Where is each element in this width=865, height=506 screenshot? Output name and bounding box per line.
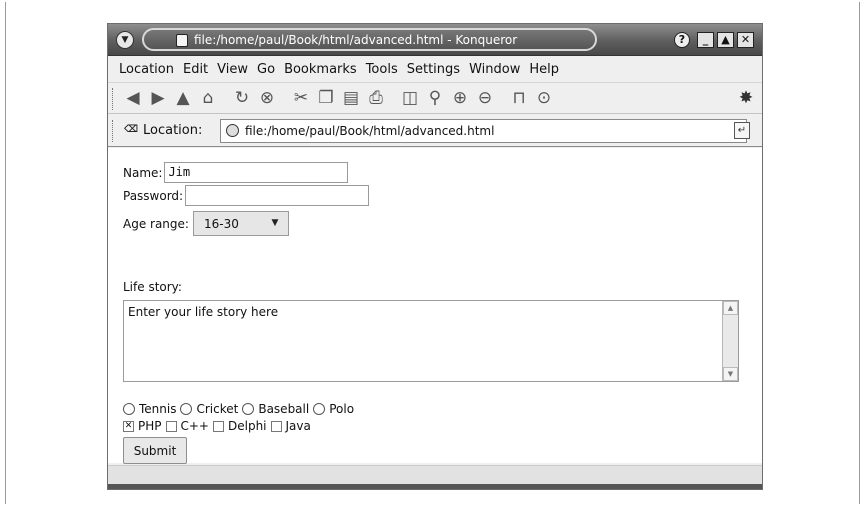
- up-icon[interactable]: ▲: [172, 87, 194, 109]
- name-label: Name:: [123, 165, 163, 180]
- menu-location[interactable]: Location: [119, 62, 178, 77]
- textarea-scrollbar[interactable]: ▲ ▼: [722, 301, 738, 381]
- radio-polo[interactable]: [313, 403, 326, 415]
- radio-label: Cricket: [196, 402, 239, 416]
- zoom-in-icon[interactable]: ⊕: [449, 87, 471, 109]
- radio-cricket[interactable]: [180, 403, 193, 415]
- life-story-text: Enter your life story here: [128, 305, 279, 319]
- story-label: Life story:: [123, 280, 182, 294]
- age-select[interactable]: 16-30 ▼: [192, 211, 289, 236]
- status-bar: [108, 465, 762, 485]
- sport-radio-group: Tennis Cricket Baseball Polo: [123, 402, 354, 416]
- radio-label: Polo: [329, 402, 355, 416]
- zoom-icon[interactable]: ⚲: [424, 87, 446, 109]
- story-label-row: Life story:: [123, 280, 182, 294]
- checkbox-label: Delphi: [228, 419, 267, 433]
- title-pill: file:/home/paul/Book/html/advanced.html …: [142, 28, 597, 51]
- checkbox-cpp[interactable]: [165, 420, 177, 432]
- scroll-up-icon[interactable]: ▲: [723, 301, 738, 315]
- window-menu-icon[interactable]: ▼: [116, 31, 134, 49]
- location-bar: ⌫ Location: file:/home/paul/Book/html/ad…: [108, 115, 762, 147]
- window-bottom-border: [108, 484, 762, 489]
- go-icon[interactable]: ↵: [734, 122, 750, 139]
- stop-icon[interactable]: ⊗: [256, 87, 278, 109]
- minimize-button[interactable]: _: [697, 32, 714, 48]
- checkbox-label: C++: [180, 419, 210, 433]
- menu-bookmarks[interactable]: Bookmarks: [284, 62, 361, 77]
- maximize-button[interactable]: ▲: [717, 32, 734, 48]
- password-label: Password:: [123, 188, 184, 203]
- throbber-icon: ✸: [738, 87, 754, 108]
- password-input[interactable]: [185, 185, 370, 206]
- checkbox-java[interactable]: [270, 420, 282, 432]
- page-favicon-icon: [226, 124, 239, 137]
- radio-label: Baseball: [258, 402, 310, 416]
- location-grip[interactable]: [112, 120, 115, 142]
- close-button[interactable]: ✕: [737, 32, 754, 48]
- life-story-textarea[interactable]: Enter your life story here ▲ ▼: [123, 300, 739, 382]
- age-label: Age range:: [123, 216, 189, 231]
- checkbox-php[interactable]: ✕: [123, 420, 134, 432]
- print-icon[interactable]: ⎙: [365, 87, 387, 109]
- radio-baseball[interactable]: [242, 403, 255, 415]
- scroll-down-icon[interactable]: ▼: [723, 367, 738, 381]
- radio-tennis[interactable]: [123, 403, 135, 415]
- menu-tools[interactable]: Tools: [366, 62, 402, 77]
- window-controls: ? _ ▲ ✕: [674, 32, 754, 48]
- main-toolbar: ◀ ▶ ▲ ⌂ ↻ ⊗ ✂ ❐ ▤ ⎙ ◫ ⚲ ⊕ ⊖ ⊓ ⊙ ✸: [108, 82, 762, 114]
- copy-icon[interactable]: ❐: [315, 87, 337, 109]
- home-icon[interactable]: ⌂: [197, 87, 219, 109]
- browser-window: ▼ file:/home/paul/Book/html/advanced.htm…: [107, 23, 763, 490]
- chevron-down-icon: ▼: [271, 218, 279, 228]
- menu-bar: Location Edit View Go Bookmarks Tools Se…: [108, 57, 762, 81]
- back-icon[interactable]: ◀: [122, 87, 144, 109]
- window-title: file:/home/paul/Book/html/advanced.html …: [194, 33, 518, 47]
- submit-button[interactable]: Submit: [123, 437, 187, 464]
- location-url: file:/home/paul/Book/html/advanced.html: [245, 124, 495, 138]
- page-content: Name: Jim Password: Age range: 16-30 ▼ L…: [108, 148, 762, 464]
- name-row: Name: Jim: [123, 162, 349, 183]
- lock-icon[interactable]: ⊓: [508, 87, 530, 109]
- reload-icon[interactable]: ↻: [231, 87, 253, 109]
- menu-help[interactable]: Help: [529, 62, 563, 77]
- title-bar[interactable]: ▼ file:/home/paul/Book/html/advanced.htm…: [108, 24, 762, 56]
- language-checkbox-group: ✕ PHP C++ Delphi Java: [123, 419, 311, 433]
- location-input[interactable]: file:/home/paul/Book/html/advanced.html: [220, 119, 747, 143]
- forward-icon[interactable]: ▶: [147, 87, 169, 109]
- password-row: Password:: [123, 185, 370, 206]
- download-icon[interactable]: ⊙: [533, 87, 555, 109]
- name-input[interactable]: Jim: [164, 162, 349, 183]
- menu-window[interactable]: Window: [469, 62, 524, 77]
- menu-go[interactable]: Go: [257, 62, 279, 77]
- toolbar-grip[interactable]: [112, 88, 115, 110]
- zoom-out-icon[interactable]: ⊖: [474, 87, 496, 109]
- menu-settings[interactable]: Settings: [407, 62, 464, 77]
- clear-location-icon[interactable]: ⌫: [124, 124, 138, 136]
- menu-edit[interactable]: Edit: [183, 62, 212, 77]
- new-window-icon[interactable]: ◫: [399, 87, 421, 109]
- help-icon[interactable]: ?: [674, 32, 690, 48]
- radio-label: Tennis: [139, 402, 177, 416]
- checkbox-label: PHP: [138, 419, 162, 433]
- checkbox-delphi[interactable]: [213, 420, 224, 432]
- konqueror-icon: [176, 34, 188, 47]
- age-row: Age range: 16-30 ▼: [123, 211, 289, 236]
- checkbox-label: Java: [285, 419, 311, 433]
- cut-icon[interactable]: ✂: [290, 87, 312, 109]
- age-select-value: 16-30: [203, 216, 239, 231]
- paste-icon[interactable]: ▤: [340, 87, 362, 109]
- location-label: Location:: [143, 123, 203, 138]
- menu-view[interactable]: View: [217, 62, 252, 77]
